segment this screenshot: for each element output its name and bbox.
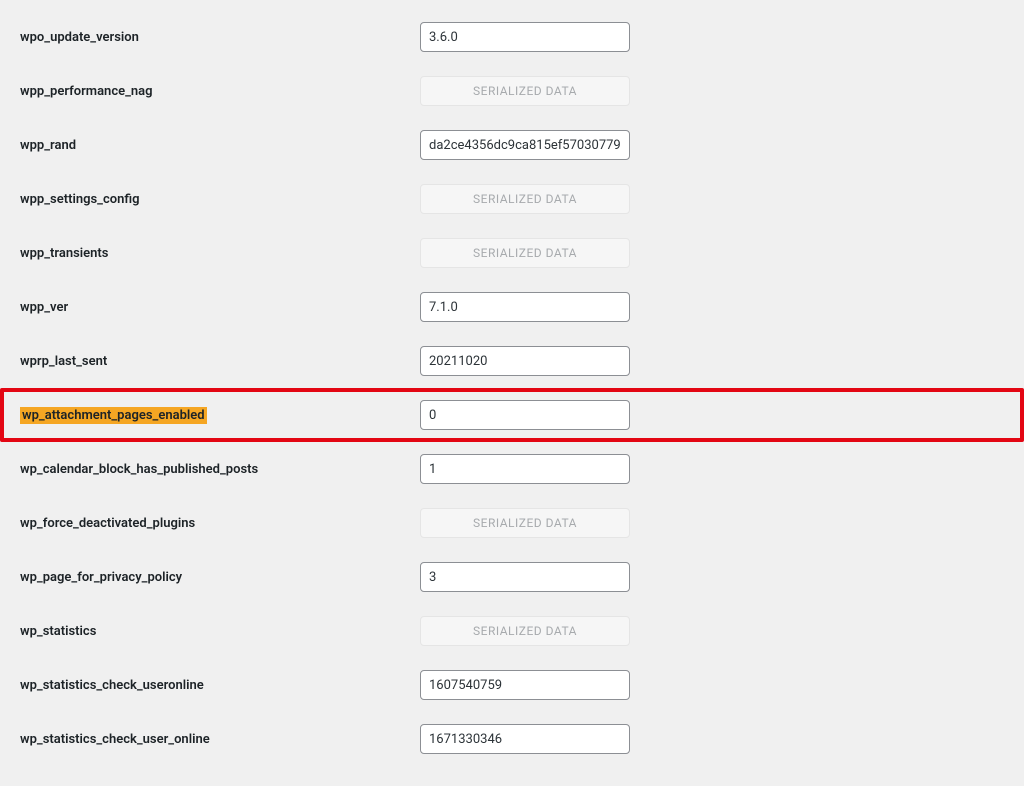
option-label: wp_attachment_pages_enabled — [20, 407, 420, 424]
option-input[interactable] — [420, 724, 630, 754]
option-label: wpp_ver — [20, 300, 420, 315]
option-input[interactable] — [420, 22, 630, 52]
option-row: wpp_transients SERIALIZED DATA — [0, 226, 1024, 280]
option-row: wp_statistics_check_user_online — [0, 712, 1024, 766]
serialized-data-badge: SERIALIZED DATA — [420, 238, 630, 268]
option-label: wpp_settings_config — [20, 192, 420, 207]
option-input[interactable] — [420, 130, 630, 160]
option-label: wpp_rand — [20, 138, 420, 153]
option-input[interactable] — [420, 670, 630, 700]
option-row: wpp_rand — [0, 118, 1024, 172]
option-label: wpp_transients — [20, 246, 420, 261]
serialized-data-badge: SERIALIZED DATA — [420, 616, 630, 646]
option-row: wp_statistics SERIALIZED DATA — [0, 604, 1024, 658]
option-label: wp_statistics_check_user_online — [20, 732, 420, 747]
option-label: wp_page_for_privacy_policy — [20, 570, 420, 585]
option-input[interactable] — [420, 562, 630, 592]
option-row: wp_page_for_privacy_policy — [0, 550, 1024, 604]
option-label: wpp_performance_nag — [20, 84, 420, 99]
option-row: wp_statistics_check_useronline — [0, 658, 1024, 712]
option-value-cell — [420, 292, 630, 322]
option-value-cell — [420, 130, 630, 160]
option-value-cell: SERIALIZED DATA — [420, 184, 630, 214]
option-label: wp_statistics — [20, 624, 420, 639]
option-label: wp_statistics_check_useronline — [20, 678, 420, 693]
option-row: wprp_last_sent — [0, 334, 1024, 388]
option-row: wpp_ver — [0, 280, 1024, 334]
option-row-highlighted: wp_attachment_pages_enabled — [0, 388, 1024, 442]
option-label: wp_calendar_block_has_published_posts — [20, 462, 420, 477]
option-value-cell — [420, 400, 630, 430]
option-value-cell: SERIALIZED DATA — [420, 616, 630, 646]
option-row: wpp_settings_config SERIALIZED DATA — [0, 172, 1024, 226]
option-label: wprp_last_sent — [20, 354, 420, 369]
option-value-cell: SERIALIZED DATA — [420, 76, 630, 106]
option-value-cell — [420, 562, 630, 592]
serialized-data-badge: SERIALIZED DATA — [420, 76, 630, 106]
option-value-cell — [420, 346, 630, 376]
option-label: wpo_update_version — [20, 30, 420, 45]
serialized-data-badge: SERIALIZED DATA — [420, 184, 630, 214]
option-value-cell: SERIALIZED DATA — [420, 238, 630, 268]
option-input[interactable] — [420, 454, 630, 484]
serialized-data-badge: SERIALIZED DATA — [420, 508, 630, 538]
option-row: wp_force_deactivated_plugins SERIALIZED … — [0, 496, 1024, 550]
option-value-cell — [420, 454, 630, 484]
option-input[interactable] — [420, 292, 630, 322]
option-row: wpp_performance_nag SERIALIZED DATA — [0, 64, 1024, 118]
option-input[interactable] — [420, 400, 630, 430]
option-row: wpo_update_version — [0, 10, 1024, 64]
option-label-highlighted: wp_attachment_pages_enabled — [20, 407, 207, 424]
option-value-cell: SERIALIZED DATA — [420, 508, 630, 538]
option-row: wp_calendar_block_has_published_posts — [0, 442, 1024, 496]
option-input[interactable] — [420, 346, 630, 376]
option-label: wp_force_deactivated_plugins — [20, 516, 420, 531]
option-value-cell — [420, 22, 630, 52]
options-table: wpo_update_version wpp_performance_nag S… — [0, 0, 1024, 786]
option-value-cell — [420, 724, 630, 754]
option-value-cell — [420, 670, 630, 700]
